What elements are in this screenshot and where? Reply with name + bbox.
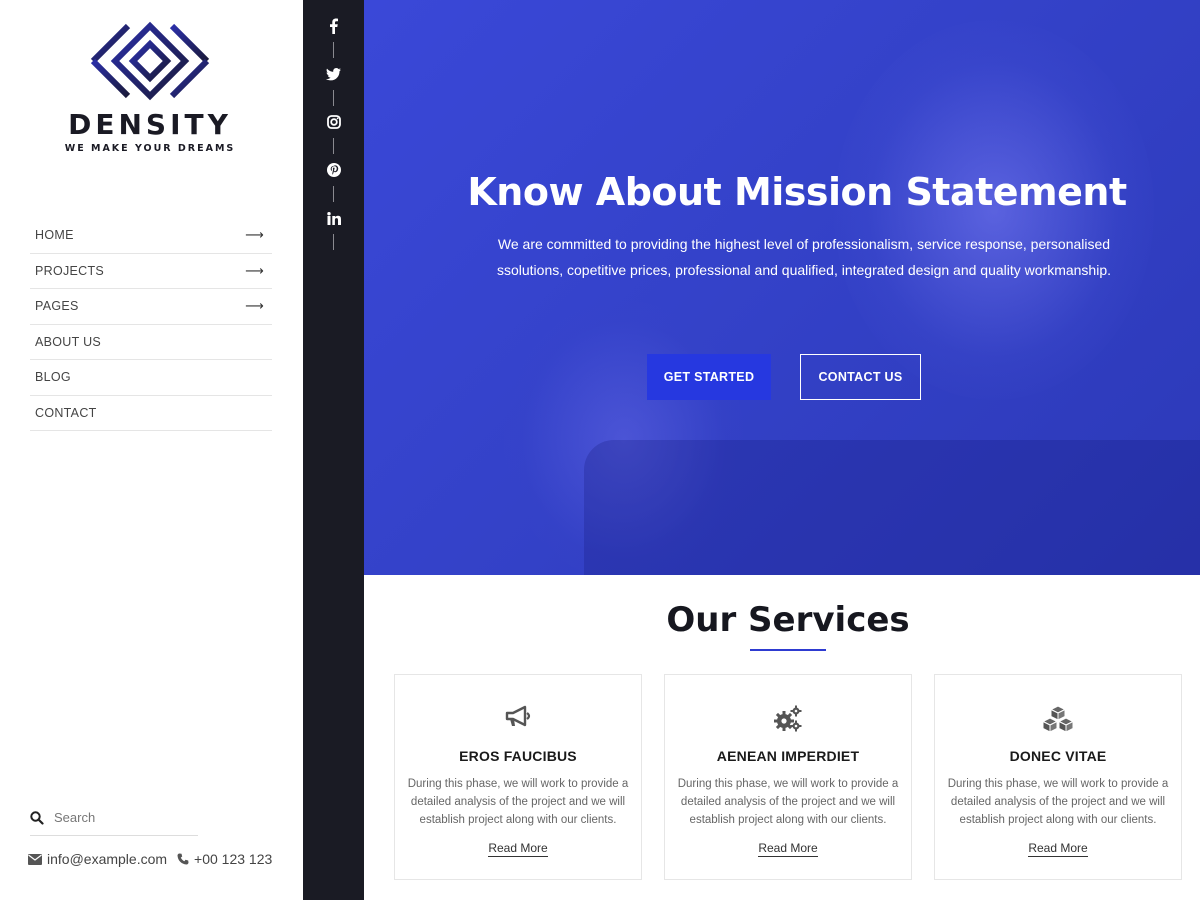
service-title: EROS FAUCIBUS (459, 748, 577, 764)
service-card: AENEAN IMPERDIET During this phase, we w… (664, 674, 912, 880)
service-card: EROS FAUCIBUS During this phase, we will… (394, 674, 642, 880)
nav-item-projects[interactable]: PROJECTS ⟶ (30, 254, 272, 289)
contact-email[interactable]: info@example.com (47, 851, 167, 867)
service-title: AENEAN IMPERDIET (716, 748, 860, 764)
title-underline (750, 649, 826, 651)
divider (333, 138, 334, 154)
phone-icon (177, 853, 189, 865)
read-more-link[interactable]: Read More (758, 841, 818, 857)
service-title: DONEC VITAE (1009, 748, 1107, 764)
contact-us-button[interactable]: CONTACT US (800, 354, 921, 400)
nav-item-contact[interactable]: CONTACT (30, 396, 272, 431)
arrow-right-icon: ⟶ (245, 298, 264, 314)
hero-title: Know About Mission Statement (467, 170, 1127, 214)
nav-item-blog[interactable]: BLOG (30, 360, 272, 396)
search-input[interactable] (54, 810, 184, 825)
nav-item-label: PAGES (35, 299, 79, 314)
linkedin-icon[interactable] (324, 208, 344, 228)
nav-item-label: HOME (35, 228, 74, 243)
nav-item-label: BLOG (35, 370, 71, 385)
services-section: Our Services EROS FAUCIBUS During this p… (364, 575, 1200, 900)
instagram-icon[interactable] (324, 112, 344, 132)
hero-text: We are committed to providing the highes… (496, 236, 1112, 278)
nav-item-label: ABOUT US (35, 334, 102, 349)
read-more-link[interactable]: Read More (488, 841, 548, 857)
get-started-button[interactable]: GET STARTED (647, 354, 771, 400)
megaphone-icon (505, 705, 531, 727)
arrow-right-icon: ⟶ (245, 227, 264, 243)
hero-section: Know About Mission Statement We are comm… (364, 0, 1200, 575)
sidebar: DENSITY WE MAKE YOUR DREAMS HOME ⟶ PROJE… (0, 0, 303, 900)
divider (333, 186, 334, 202)
nav-item-about-us[interactable]: ABOUT US (30, 325, 272, 360)
pinterest-icon[interactable] (324, 160, 344, 180)
hero-photo-overlay (584, 440, 1200, 575)
brand-name: DENSITY (68, 108, 232, 141)
cubes-icon (1042, 705, 1074, 733)
read-more-link[interactable]: Read More (1028, 841, 1088, 857)
contact-phone[interactable]: +00 123 123 (194, 851, 272, 867)
divider (333, 90, 334, 106)
logo[interactable]: DENSITY WE MAKE YOUR DREAMS (60, 18, 240, 168)
brand-tagline: WE MAKE YOUR DREAMS (64, 143, 236, 154)
social-bar (303, 0, 364, 900)
nav-item-label: CONTACT (35, 405, 97, 420)
search-box (30, 800, 198, 836)
divider (333, 42, 334, 58)
nav-item-label: PROJECTS (35, 263, 105, 278)
facebook-icon[interactable] (324, 16, 344, 36)
logo-mark-icon (90, 21, 210, 101)
main-nav: HOME ⟶ PROJECTS ⟶ PAGES ⟶ ABOUT US BLOG … (30, 218, 272, 431)
arrow-right-icon: ⟶ (245, 262, 264, 278)
service-text: During this phase, we will work to provi… (677, 778, 899, 826)
search-icon[interactable] (30, 810, 44, 825)
services-title: Our Services (666, 600, 910, 640)
divider (333, 234, 334, 250)
nav-item-home[interactable]: HOME ⟶ (30, 218, 272, 254)
gears-icon (774, 705, 802, 732)
service-text: During this phase, we will work to provi… (407, 778, 629, 826)
contact-info: info@example.com +00 123 123 (28, 851, 272, 867)
service-card: DONEC VITAE During this phase, we will w… (934, 674, 1182, 880)
twitter-icon[interactable] (324, 64, 344, 84)
nav-item-pages[interactable]: PAGES ⟶ (30, 289, 272, 325)
envelope-icon (28, 853, 42, 865)
service-text: During this phase, we will work to provi… (947, 778, 1169, 826)
